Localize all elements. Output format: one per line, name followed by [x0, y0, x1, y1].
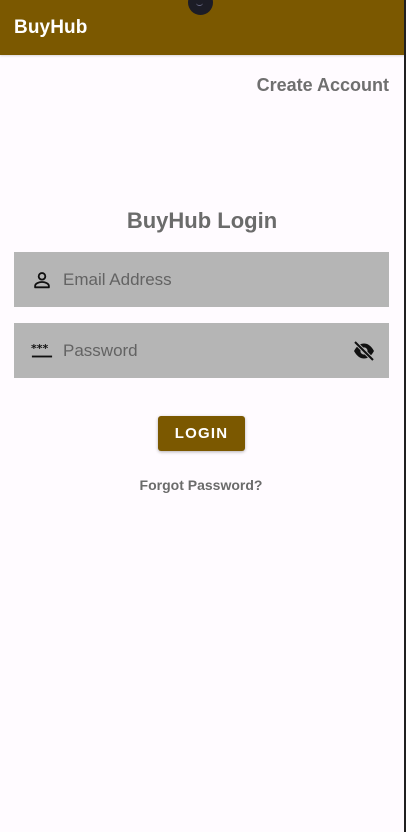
forgot-password-link[interactable]: Forgot Password? [0, 477, 402, 493]
login-button[interactable]: LOGIN [158, 416, 245, 451]
create-account-link[interactable]: Create Account [257, 75, 389, 96]
password-input[interactable] [63, 323, 343, 378]
page-title: BuyHub Login [126, 208, 278, 233]
password-field[interactable]: *** [14, 323, 389, 378]
eye-off-icon[interactable] [352, 340, 376, 362]
svg-text:***: *** [31, 342, 49, 355]
app-title: BuyHub [14, 17, 88, 38]
email-field[interactable] [14, 252, 389, 307]
password-dots-icon: *** [31, 340, 53, 362]
email-input[interactable] [63, 252, 343, 307]
person-icon [31, 269, 53, 291]
